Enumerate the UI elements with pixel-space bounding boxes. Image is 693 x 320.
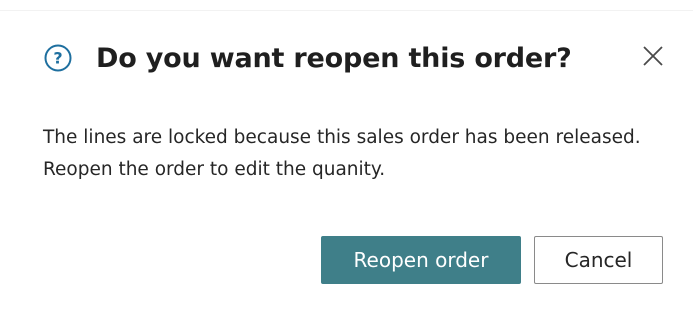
reopen-order-button[interactable]: Reopen order: [321, 236, 521, 284]
question-circle-icon: ?: [43, 43, 73, 73]
close-icon: [642, 45, 664, 71]
dialog-title: Do you want reopen this order?: [96, 42, 572, 74]
dialog-top-divider: [0, 10, 693, 11]
message-line: The lines are locked because this sales …: [43, 127, 641, 148]
message-line: Reopen the order to edit the quanity.: [43, 159, 386, 180]
confirm-reopen-dialog: ? Do you want reopen this order? The lin…: [0, 0, 693, 320]
close-button[interactable]: [640, 45, 666, 71]
dialog-header: ? Do you want reopen this order?: [43, 40, 572, 76]
dialog-message: The lines are locked because this sales …: [43, 122, 673, 186]
svg-text:?: ?: [53, 49, 62, 68]
cancel-button[interactable]: Cancel: [534, 236, 663, 284]
